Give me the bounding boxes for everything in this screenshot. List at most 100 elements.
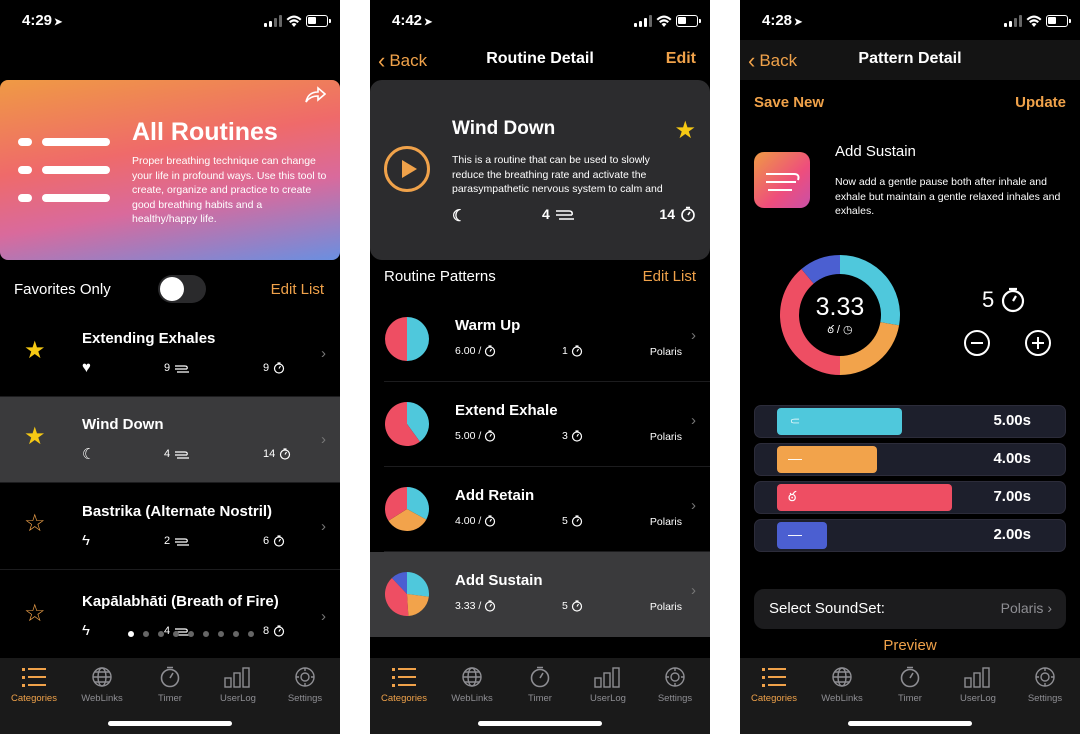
star-filled-icon[interactable]: ★ (24, 425, 46, 449)
star-filled-icon[interactable]: ★ (24, 339, 46, 363)
bolt-icon: ϟ (82, 532, 90, 549)
share-icon[interactable] (304, 86, 326, 104)
timer-icon (571, 345, 582, 357)
routine-row[interactable]: ★ Wind Down ☾ 4 14 › (0, 397, 340, 483)
tab-userlog[interactable]: UserLog (574, 666, 642, 704)
signal-icon (264, 15, 282, 27)
pattern-minutes: 5 (562, 515, 568, 527)
favorites-toggle[interactable] (158, 275, 206, 303)
decrease-button[interactable] (964, 330, 990, 356)
status-bar: 4:28 ➤ (740, 10, 1080, 32)
tab-weblinks[interactable]: WebLinks (68, 666, 136, 704)
sustain-bar[interactable]: — 2.00s (754, 519, 1066, 552)
routine-name: Kapālabhāti (Breath of Fire) (82, 593, 279, 610)
tab-weblinks[interactable]: WebLinks (438, 666, 506, 704)
favorites-row: Favorites Only Edit List (0, 272, 340, 308)
pattern-count: 9 (164, 362, 171, 374)
routine-card: Wind Down ★ This is a routine that can b… (370, 80, 710, 260)
timer-icon (485, 345, 496, 357)
breath-pattern-icon (175, 537, 190, 546)
save-new-button[interactable]: Save New (754, 94, 824, 111)
routine-minutes: 6 (263, 535, 270, 547)
categories-icon (22, 668, 46, 687)
edit-list-button[interactable]: Edit List (643, 268, 696, 285)
status-time: 4:29 (22, 12, 53, 29)
pattern-soundset: Polaris (649, 346, 682, 358)
routine-minutes: 14 (659, 206, 675, 222)
routine-patterns-label: Routine Patterns (384, 268, 496, 285)
pattern-pie (385, 487, 429, 531)
wifi-icon (1026, 15, 1042, 27)
increase-button[interactable] (1025, 330, 1051, 356)
tab-userlog[interactable]: UserLog (944, 666, 1012, 704)
home-indicator (478, 721, 602, 726)
star-outline-icon[interactable]: ☆ (24, 512, 46, 536)
soundset-selector[interactable]: Select SoundSet: Polaris › (754, 589, 1066, 629)
exhale-bar[interactable]: — 4.00s (754, 443, 1066, 476)
inhale-slice (407, 317, 429, 361)
pattern-row[interactable]: Add Sustain 3.33 / 5 Polaris › (370, 552, 710, 637)
preview-button[interactable]: Preview (740, 637, 1080, 654)
pattern-name: Warm Up (455, 317, 521, 334)
pattern-minutes: 5 (562, 600, 568, 612)
duration-display: 5 (982, 287, 1026, 313)
pattern-row[interactable]: Warm Up 6.00 / 1 Polaris › (370, 297, 710, 382)
star-outline-icon[interactable]: ☆ (24, 602, 46, 626)
location-arrow-icon: ➤ (794, 17, 803, 28)
tab-userlog[interactable]: UserLog (204, 666, 272, 704)
exhale-slice (407, 594, 429, 616)
routine-row[interactable]: ☆ Bastrika (Alternate Nostril) ϟ 2 6 › (0, 484, 340, 570)
pattern-count: 4 (164, 448, 171, 460)
tab-settings[interactable]: Settings (641, 666, 709, 704)
user-log-icon (964, 667, 990, 688)
tab-categories[interactable]: Categories (740, 666, 808, 704)
pattern-detail-screen: 4:28 ➤ ‹ Back Pattern Detail Save New Upda… (740, 0, 1080, 734)
tab-weblinks[interactable]: WebLinks (808, 666, 876, 704)
routine-name: Bastrika (Alternate Nostril) (82, 503, 273, 520)
timer-icon (485, 515, 496, 527)
status-bar: 4:42 ➤ (370, 10, 710, 32)
retain-fill (777, 484, 952, 511)
chevron-right-icon: › (691, 412, 696, 429)
tab-categories[interactable]: Categories (0, 666, 68, 704)
timer-icon (280, 448, 291, 460)
routine-row[interactable]: ★ Extending Exhales ♥ 9 9 › (0, 311, 340, 397)
play-icon[interactable] (384, 146, 430, 192)
pattern-row[interactable]: Extend Exhale 5.00 / 3 Polaris › (370, 382, 710, 467)
duration-value: 5 (982, 287, 995, 312)
battery-icon (306, 15, 331, 27)
routine-row[interactable]: ☆ Kapālabhāti (Breath of Fire) ϟ 4 8 › (0, 574, 340, 660)
wind-icon (766, 173, 800, 191)
tab-timer[interactable]: Timer (506, 666, 574, 704)
tab-bar: Categories WebLinks Timer UserLog Settings (370, 658, 710, 734)
globe-icon (92, 667, 112, 687)
pattern-row[interactable]: Add Retain 4.00 / 5 Polaris › (370, 467, 710, 552)
user-log-icon (224, 667, 250, 688)
tab-timer[interactable]: Timer (136, 666, 204, 704)
timer-icon: ◷ (843, 324, 853, 336)
pattern-name: Extend Exhale (455, 402, 558, 419)
tab-label: Timer (898, 693, 922, 704)
routine-detail-screen: 4:42 ➤ ‹ Back Routine Detail Edit Wind Dow… (370, 0, 710, 734)
edit-button[interactable]: Edit (666, 50, 696, 68)
tab-settings[interactable]: Settings (271, 666, 339, 704)
phase-value: 7.00s (993, 488, 1031, 505)
pattern-minutes: 1 (562, 345, 568, 357)
tab-timer[interactable]: Timer (876, 666, 944, 704)
pattern-name: Add Sustain (835, 143, 916, 160)
chevron-right-icon: › (321, 345, 326, 362)
tab-categories[interactable]: Categories (370, 666, 438, 704)
soundset-label: Select SoundSet: (769, 600, 885, 617)
update-button[interactable]: Update (1015, 94, 1066, 111)
retain-bar[interactable]: ఠ 7.00s (754, 481, 1066, 514)
pattern-pie (385, 317, 429, 361)
all-routines-banner[interactable]: All Routines Proper breathing technique … (0, 80, 340, 260)
favorite-star-icon[interactable]: ★ (674, 116, 696, 145)
tab-settings[interactable]: Settings (1011, 666, 1079, 704)
pattern-count: 4 (542, 206, 550, 222)
pattern-rate: 3.33 / (455, 600, 482, 612)
routine-name: Extending Exhales (82, 330, 216, 347)
pattern-description: Now add a gentle pause both after inhale… (835, 176, 1061, 217)
inhale-bar[interactable]: ⸦ 5.00s (754, 405, 1066, 438)
edit-list-button[interactable]: Edit List (271, 281, 324, 298)
